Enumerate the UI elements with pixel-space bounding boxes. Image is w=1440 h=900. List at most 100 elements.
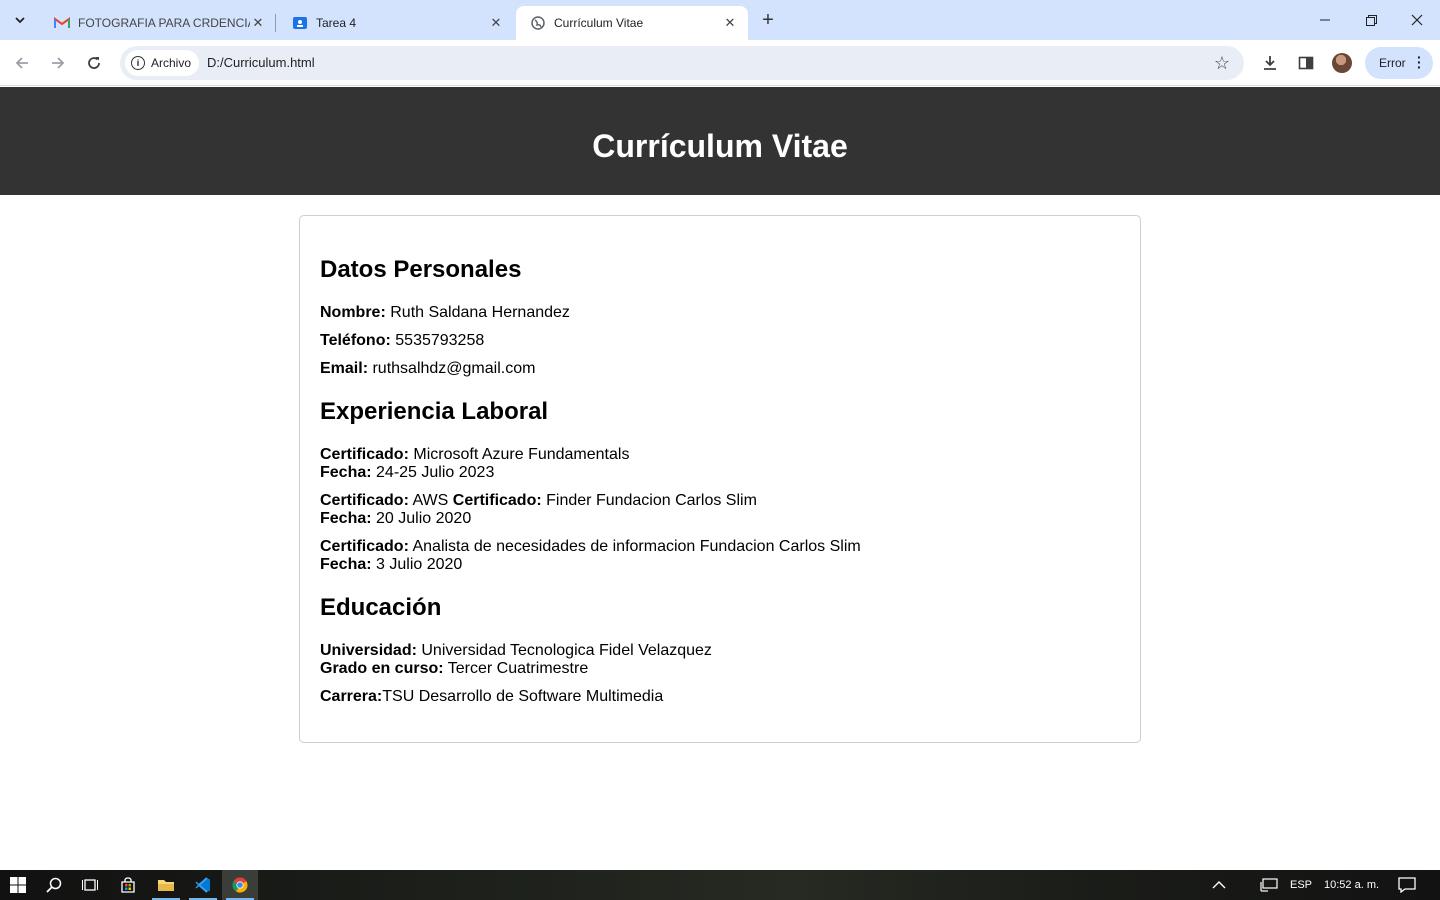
cert-value: Finder Fundacion Carlos Slim (546, 492, 757, 509)
tab-search-button[interactable] (8, 8, 32, 32)
vscode-button[interactable] (185, 870, 221, 900)
cert-label: Certificado: (452, 492, 542, 509)
tab-title: Currículum Vitae (554, 16, 644, 30)
university-label: Universidad: (320, 642, 417, 659)
education-heading: Educación (320, 594, 442, 621)
store-icon (121, 877, 135, 893)
reload-icon (88, 57, 100, 69)
minimize-icon (1320, 19, 1330, 21)
phone-value: 5535793258 (395, 332, 485, 349)
profile-avatar[interactable] (1332, 53, 1352, 73)
tab-strip: FOTOGRAFIA PARA CRDENCIAL ✕ Tarea 4 ✕ Cu… (0, 0, 1440, 40)
show-hidden-icons-button[interactable] (1212, 870, 1226, 900)
folder-icon (158, 880, 174, 891)
education-item: Universidad: Universidad Tecnologica Fid… (320, 642, 712, 678)
email-row: Email: ruthsalhdz@gmail.com (320, 360, 535, 378)
page-title: Currículum Vitae (592, 127, 848, 164)
cv-card: Datos Personales Nombre: Ruth Saldana He… (299, 215, 1141, 743)
tab-title: Tarea 4 (316, 16, 357, 30)
chrome-icon (232, 877, 248, 893)
personal-heading: Datos Personales (320, 256, 522, 283)
career-label: Carrera: (320, 688, 383, 705)
tab-tarea[interactable]: Tarea 4 ✕ (278, 6, 514, 40)
reload-button[interactable] (80, 49, 108, 77)
cert-value: Microsoft Azure Fundamentals (413, 446, 630, 463)
site-info-chip[interactable]: i Archivo (125, 50, 200, 76)
career-row: Carrera:TSU Desarrollo de Software Multi… (320, 688, 663, 706)
vscode-icon (195, 877, 210, 893)
forward-button[interactable] (44, 49, 72, 77)
back-button[interactable] (8, 49, 36, 77)
download-icon (1264, 56, 1276, 70)
close-window-button[interactable] (1394, 0, 1440, 40)
experience-heading: Experiencia Laboral (320, 398, 549, 425)
university-value: Universidad Tecnologica Fidel Velazquez (421, 642, 712, 659)
search-button[interactable] (36, 870, 72, 900)
close-icon (1411, 14, 1423, 26)
tab-gmail[interactable]: FOTOGRAFIA PARA CRDENCIAL ✕ (40, 6, 276, 40)
task-view-button[interactable] (72, 870, 108, 900)
email-value: ruthsalhdz@gmail.com (372, 360, 536, 377)
profile-error-button[interactable]: Error · · · (1365, 47, 1433, 79)
windows-icon (10, 877, 26, 893)
name-value: Ruth Saldana Hernandez (390, 304, 570, 321)
file-explorer-button[interactable] (148, 870, 184, 900)
close-icon[interactable]: ✕ (488, 15, 504, 31)
tab-separator (275, 14, 276, 32)
browser-toolbar: i Archivo D:/Curriculum.html ☆ (0, 40, 1440, 86)
chevron-up-icon (1212, 881, 1226, 889)
downloads-button[interactable] (1256, 49, 1284, 77)
date-value: 24-25 Julio 2023 (376, 464, 495, 481)
date-value: 20 Julio 2020 (376, 510, 472, 527)
url-text[interactable]: D:/Curriculum.html (207, 55, 315, 70)
notifications-button[interactable] (1398, 870, 1416, 900)
restore-button[interactable] (1348, 0, 1394, 40)
side-panel-button[interactable] (1292, 49, 1320, 77)
cert-label: Certificado: (320, 492, 409, 509)
phone-row: Teléfono: 5535793258 (320, 332, 484, 350)
bookmark-star-icon[interactable]: ☆ (1214, 53, 1230, 74)
more-menu-icon[interactable]: · · · (1417, 50, 1422, 74)
cert-value: AWS (412, 492, 449, 509)
email-label: Email: (320, 360, 369, 377)
date-value: 3 Julio 2020 (376, 556, 463, 573)
name-label: Nombre: (320, 304, 386, 321)
grade-label: Grado en curso: (320, 660, 444, 677)
cert-label: Certificado: (320, 538, 409, 555)
page-header: Currículum Vitae (0, 87, 1440, 195)
network-icon (1260, 878, 1278, 892)
date-label: Fecha: (320, 556, 372, 573)
restore-icon (1365, 14, 1377, 26)
store-button[interactable] (110, 870, 146, 900)
address-bar[interactable]: i Archivo D:/Curriculum.html ☆ (120, 46, 1244, 80)
start-button[interactable] (0, 870, 36, 900)
career-value: TSU Desarrollo de Software Multimedia (382, 688, 664, 705)
gmail-icon (54, 15, 70, 31)
date-label: Fecha: (320, 464, 372, 481)
new-tab-button[interactable]: + (756, 8, 780, 32)
minimize-button[interactable] (1302, 0, 1348, 40)
network-button[interactable] (1260, 870, 1278, 900)
date-label: Fecha: (320, 510, 372, 527)
close-icon[interactable]: ✕ (722, 15, 738, 31)
phone-label: Teléfono: (320, 332, 391, 349)
task-view-icon (82, 879, 98, 891)
experience-item: Certificado: AWS Certificado: Finder Fun… (320, 492, 757, 528)
language-indicator[interactable]: ESP (1290, 870, 1312, 900)
grade-value: Tercer Cuatrimestre (447, 660, 589, 677)
experience-item: Certificado: Microsoft Azure Fundamental… (320, 446, 629, 482)
side-panel-icon (1298, 56, 1314, 70)
close-icon[interactable]: ✕ (250, 15, 266, 31)
tab-title: FOTOGRAFIA PARA CRDENCIAL (78, 16, 250, 30)
name-row: Nombre: Ruth Saldana Hernandez (320, 304, 570, 322)
cert-value: Analista de necesidades de informacion F… (412, 538, 861, 555)
notification-icon (1398, 877, 1416, 893)
chrome-button[interactable] (222, 870, 258, 900)
chevron-down-icon (15, 17, 25, 24)
tab-curriculum[interactable]: Currículum Vitae ✕ (516, 6, 748, 40)
cert-label: Certificado: (320, 446, 409, 463)
taskbar: ESP 10:52 a. m. (0, 870, 1440, 900)
classroom-icon (292, 15, 308, 31)
arrow-left-icon (15, 57, 28, 69)
clock[interactable]: 10:52 a. m. (1324, 870, 1379, 900)
